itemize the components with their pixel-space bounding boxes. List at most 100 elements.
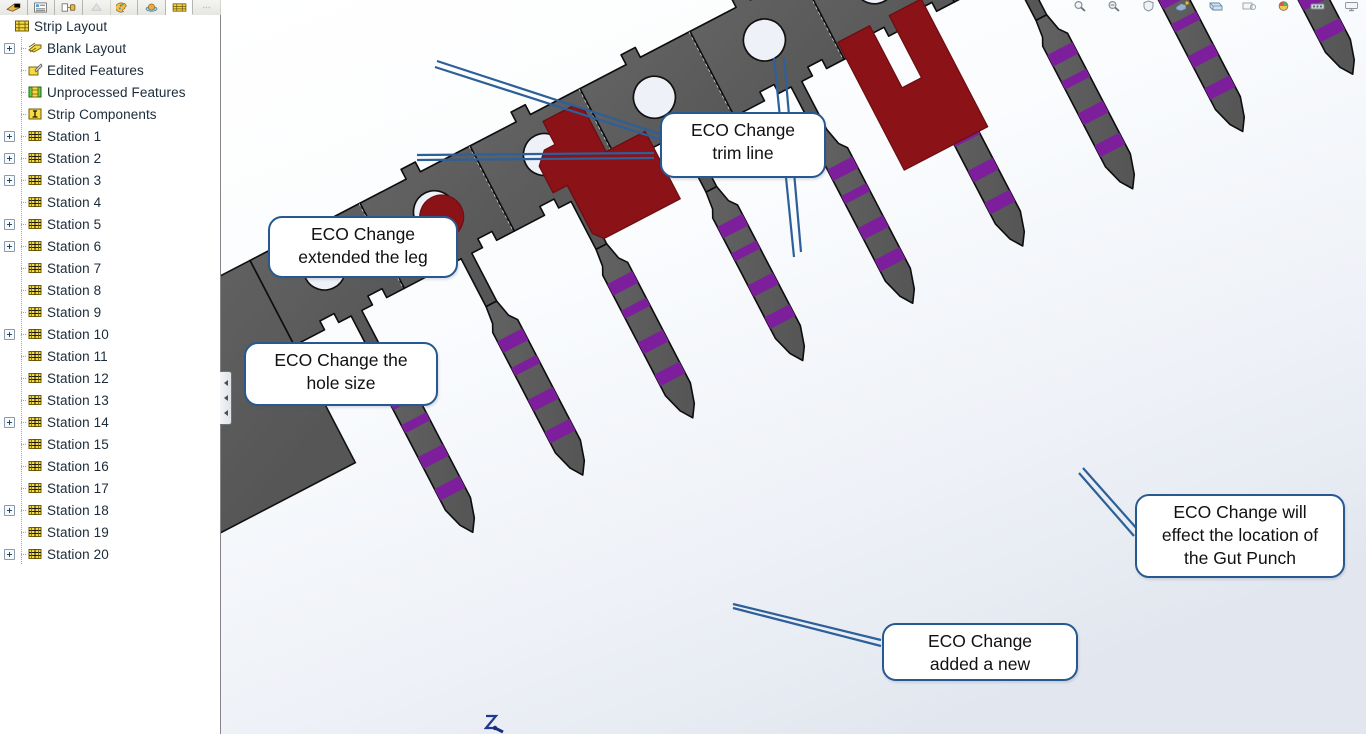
tree-item-station-7[interactable]: Station 7 <box>0 257 220 279</box>
feature-manager-tab[interactable] <box>0 0 28 15</box>
tree-item-station-14[interactable]: Station 14 <box>0 411 220 433</box>
tree-connector <box>16 367 27 389</box>
expand-toggle[interactable] <box>4 416 15 428</box>
panel-collapse-handle[interactable] <box>220 371 232 425</box>
expand-toggle <box>4 461 15 472</box>
tree-item-station-8[interactable]: Station 8 <box>0 279 220 301</box>
tree-item-station-4[interactable]: Station 4 <box>0 191 220 213</box>
tree-item-label: Station 15 <box>47 436 109 452</box>
collapse-arrow-icon <box>223 409 228 416</box>
tree-item-unprocessed-features[interactable]: Unprocessed Features <box>0 81 220 103</box>
tree-item-station-15[interactable]: Station 15 <box>0 433 220 455</box>
station-icon <box>28 307 42 317</box>
tree-item-label: Station 14 <box>47 414 109 430</box>
tree-connector <box>16 59 27 81</box>
display-pane-icon[interactable] <box>1343 0 1360 12</box>
callout-gut-punch[interactable]: ECO Change will effect the location of t… <box>1135 494 1345 578</box>
callout-trim-line[interactable]: ECO Change trim line <box>660 112 826 178</box>
expand-toggle[interactable] <box>4 218 15 230</box>
expand-toggle[interactable] <box>4 130 15 142</box>
tree-item-station-16[interactable]: Station 16 <box>0 455 220 477</box>
tree-item-station-1[interactable]: Station 1 <box>0 125 220 147</box>
tree-item-label: Station 9 <box>47 304 102 320</box>
expand-toggle <box>4 197 15 208</box>
tree-item-label: Station 20 <box>47 546 109 562</box>
manager-tab-strip[interactable] <box>0 0 221 16</box>
tree-item-label: Station 7 <box>47 260 102 276</box>
view-orientation-icon[interactable] <box>1174 0 1191 12</box>
expand-toggle[interactable] <box>4 174 15 186</box>
feature-manager-tree[interactable]: Strip Layout Blank Layout Edited Feature… <box>0 15 221 734</box>
expand-toggle[interactable] <box>4 328 15 340</box>
tree-item-station-6[interactable]: Station 6 <box>0 235 220 257</box>
shield-section-icon[interactable] <box>1140 0 1157 12</box>
strip-layout-tab[interactable] <box>165 0 194 15</box>
expand-toggle <box>4 65 15 76</box>
display-manager-tab[interactable] <box>111 0 139 15</box>
tree-item-station-12[interactable]: Station 12 <box>0 367 220 389</box>
tree-item-station-19[interactable]: Station 19 <box>0 521 220 543</box>
magnifier-area-icon[interactable] <box>1106 0 1123 12</box>
station-icon <box>28 549 42 559</box>
tree-item-station-13[interactable]: Station 13 <box>0 389 220 411</box>
callout-hole-size[interactable]: ECO Change the hole size <box>244 342 438 406</box>
tree-item-station-3[interactable]: Station 3 <box>0 169 220 191</box>
apply-scene-icon[interactable] <box>1275 0 1292 12</box>
expand-toggle[interactable] <box>4 42 15 54</box>
ellipsis-icon <box>203 6 211 9</box>
tree-connector <box>16 323 27 345</box>
view-settings-icon[interactable] <box>1309 0 1326 12</box>
tree-item-strip-layout[interactable]: Strip Layout <box>0 15 220 37</box>
expand-toggle[interactable] <box>4 504 15 516</box>
expand-toggle <box>4 285 15 296</box>
tree-item-label: Strip Layout <box>34 18 108 34</box>
station-icon <box>28 175 42 185</box>
view-toolbar[interactable] <box>1066 0 1366 12</box>
tree-item-station-20[interactable]: Station 20 <box>0 543 220 565</box>
station-icon <box>28 329 42 339</box>
tree-connector <box>16 37 27 59</box>
tree-connector <box>16 543 27 565</box>
tree-item-label: Station 3 <box>47 172 102 188</box>
palette-icon <box>116 2 127 13</box>
callout-added-new[interactable]: ECO Change added a new <box>882 623 1078 681</box>
display-style-icon[interactable] <box>1208 0 1225 12</box>
tree-item-label: Station 1 <box>47 128 102 144</box>
wedge-icon <box>6 3 21 12</box>
tree-item-edited-features[interactable]: Edited Features <box>0 59 220 81</box>
tree-item-station-2[interactable]: Station 2 <box>0 147 220 169</box>
expand-toggle[interactable] <box>4 548 15 560</box>
station-rows-container: Station 1 Station 2 Station 3 Station 4 Stat… <box>0 125 220 565</box>
tree-item-station-5[interactable]: Station 5 <box>0 213 220 235</box>
configuration-icon <box>61 3 76 12</box>
appearances-tab[interactable] <box>138 0 166 15</box>
tree-item-blank-layout[interactable]: Blank Layout <box>0 37 220 59</box>
tree-item-station-11[interactable]: Station 11 <box>0 345 220 367</box>
solidworks-window: ECO Change trim line ECO Change extended… <box>0 0 1366 734</box>
collapse-arrow-icon <box>223 380 228 387</box>
callout-extended-leg[interactable]: ECO Change extended the leg <box>268 216 458 278</box>
tree-connector <box>16 301 27 323</box>
tree-connector <box>16 499 27 521</box>
tree-item-station-18[interactable]: Station 18 <box>0 499 220 521</box>
property-manager-tab[interactable] <box>28 0 56 15</box>
tree-item-station-9[interactable]: Station 9 <box>0 301 220 323</box>
tree-connector <box>16 521 27 543</box>
dimxpert-manager-tab[interactable] <box>83 0 111 15</box>
expand-toggle[interactable] <box>4 240 15 252</box>
hide-show-icon[interactable] <box>1241 0 1258 12</box>
tree-item-station-17[interactable]: Station 17 <box>0 477 220 499</box>
expand-toggle[interactable] <box>4 152 15 164</box>
overflow-tab[interactable] <box>193 0 221 15</box>
tree-item-station-10[interactable]: Station 10 <box>0 323 220 345</box>
tree-item-label: Station 18 <box>47 502 109 518</box>
magnifier-fit-icon[interactable] <box>1072 0 1089 12</box>
tree-connector <box>16 455 27 477</box>
graphics-viewport[interactable]: ECO Change trim line ECO Change extended… <box>221 0 1366 734</box>
tree-item-strip-components[interactable]: Strip Components <box>0 103 220 125</box>
configuration-manager-tab[interactable] <box>55 0 83 15</box>
tree-item-label: Station 4 <box>47 194 102 210</box>
tree-item-label: Station 5 <box>47 216 102 232</box>
tree-item-label: Station 19 <box>47 524 109 540</box>
expand-toggle <box>4 439 15 450</box>
